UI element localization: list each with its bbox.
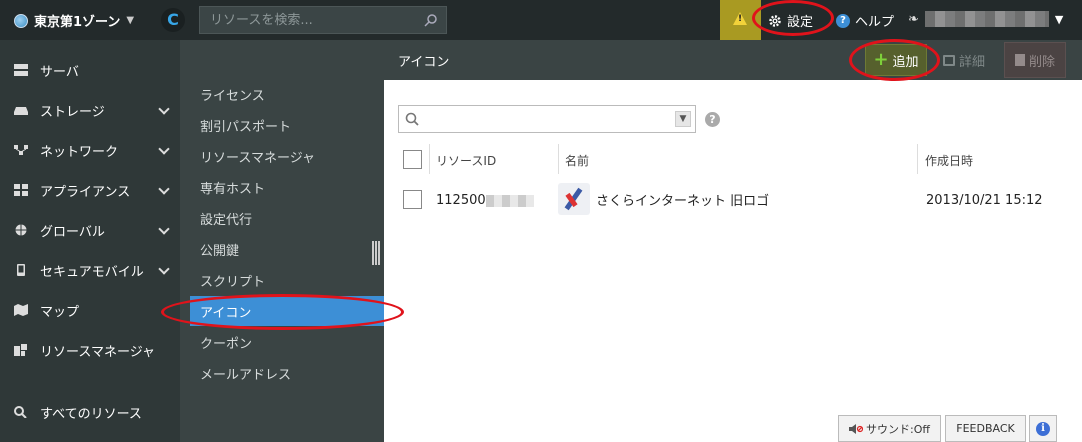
search-input[interactable]	[200, 7, 446, 33]
sidebar-item-all-resources[interactable]: すべてのリソース	[0, 392, 180, 432]
sidebar-item-server[interactable]: サーバ	[0, 50, 180, 90]
feedback-button[interactable]: FEEDBACK	[945, 415, 1026, 442]
name-cell: さくらインターネット 旧ロゴ	[596, 194, 770, 209]
appliance-icon	[14, 184, 28, 196]
content-panel: ▼ ? リソースID 名前 作成日時 112500 さくらインターネット 旧ロゴ…	[384, 80, 1082, 442]
sidebar-item-map[interactable]: マップ	[0, 290, 180, 330]
info-button[interactable]: i	[1029, 415, 1057, 442]
network-icon	[14, 145, 28, 155]
redacted-id-suffix	[485, 194, 534, 207]
warning-button[interactable]: !	[720, 0, 761, 40]
page-title: アイコン	[398, 55, 450, 70]
chevron-down-icon	[158, 223, 170, 235]
column-header-name[interactable]: 名前	[565, 152, 589, 169]
sidebar-item-label: アプライアンス	[40, 184, 131, 200]
question-icon: ?	[836, 13, 850, 28]
sakura-logo-icon	[558, 183, 590, 215]
info-icon: i	[1036, 421, 1050, 436]
secondary-nav: ライセンス 割引パスポート リソースマネージャ 専有ホスト 設定代行 公開鍵 ス…	[180, 40, 384, 442]
chevron-down-icon	[158, 263, 170, 275]
chevron-down-icon	[158, 103, 170, 115]
leaf-icon: ❧	[908, 11, 919, 27]
globe-icon	[15, 224, 27, 236]
subnav-item-dedicated-host[interactable]: 専有ホスト	[190, 172, 384, 202]
mobile-icon	[17, 264, 25, 276]
main-sidebar: サーバ ストレージ ネットワーク アプライアンス グローバル セキュアモバイル …	[0, 40, 180, 442]
resource-manager-icon	[14, 344, 27, 356]
delete-button[interactable]: 削除	[1004, 42, 1066, 78]
help-label: ヘルプ	[855, 15, 895, 30]
sidebar-item-label: ストレージ	[40, 104, 105, 120]
refresh-icon[interactable]: C	[161, 8, 185, 32]
speaker-muted-icon	[849, 423, 864, 434]
settings-label: 設定	[787, 15, 814, 30]
user-menu[interactable]: ❧ ▼	[908, 11, 1063, 27]
resize-handle[interactable]	[372, 241, 380, 265]
map-icon	[14, 304, 28, 316]
zone-label: 東京第1ゾーン	[34, 15, 121, 30]
storage-icon	[14, 107, 28, 115]
resource-search[interactable]	[199, 6, 447, 34]
sidebar-item-resource-manager[interactable]: リソースマネージャ	[0, 330, 180, 370]
server-icon	[14, 64, 28, 76]
gear-icon	[769, 14, 781, 27]
search-icon	[14, 406, 27, 418]
sidebar-item-label: すべてのリソース	[40, 406, 142, 422]
sidebar-item-label: サーバ	[40, 64, 79, 80]
subnav-item-script[interactable]: スクリプト	[190, 265, 384, 295]
search-icon	[424, 14, 437, 27]
caret-down-icon: ▼	[126, 15, 135, 26]
subnav-item-discount-passport[interactable]: 割引パスポート	[190, 110, 384, 140]
help-button[interactable]: ? ヘルプ	[836, 11, 894, 30]
search-icon	[405, 112, 419, 126]
content-header: アイコン + 追加 詳細 削除	[384, 40, 1082, 80]
column-header-resource-id[interactable]: リソースID	[436, 152, 496, 169]
sound-toggle-button[interactable]: サウンド:Off	[838, 415, 941, 442]
caret-down-icon: ▼	[1054, 12, 1064, 26]
subnav-item-license[interactable]: ライセンス	[190, 79, 384, 109]
sidebar-item-label: リソースマネージャ	[40, 344, 156, 360]
subnav-item-resource-manager[interactable]: リソースマネージャ	[190, 141, 384, 171]
subnav-item-icon[interactable]: アイコン	[190, 296, 384, 326]
settings-button[interactable]: 設定	[768, 11, 813, 30]
plus-icon: +	[873, 49, 889, 70]
column-header-created[interactable]: 作成日時	[925, 152, 973, 169]
filter-input[interactable]: ▼	[398, 105, 696, 133]
resource-id-cell: 112500	[436, 193, 534, 208]
subnav-item-coupon[interactable]: クーポン	[190, 327, 384, 357]
zone-selector[interactable]: 東京第1ゾーン ▼	[14, 11, 134, 30]
globe-icon	[14, 13, 28, 28]
sidebar-item-label: セキュアモバイル	[40, 264, 144, 280]
add-button[interactable]: + 追加	[865, 44, 927, 76]
subnav-item-setup-service[interactable]: 設定代行	[190, 203, 384, 233]
book-icon	[942, 54, 955, 66]
chevron-down-icon	[158, 183, 170, 195]
select-all-checkbox[interactable]	[403, 150, 422, 169]
chevron-down-icon	[158, 143, 170, 155]
created-cell: 2013/10/21 15:12	[926, 193, 1043, 208]
sidebar-item-label: ネットワーク	[40, 144, 119, 160]
sidebar-item-label: マップ	[40, 304, 80, 320]
row-checkbox[interactable]	[403, 190, 422, 209]
trash-icon	[1014, 54, 1025, 66]
subnav-item-public-key[interactable]: 公開鍵	[190, 234, 384, 264]
sidebar-item-network[interactable]: ネットワーク	[0, 130, 180, 170]
filter-dropdown-icon[interactable]: ▼	[675, 111, 691, 127]
subnav-item-email-address[interactable]: メールアドレス	[190, 358, 384, 388]
sidebar-item-label: グローバル	[40, 224, 105, 240]
sidebar-item-global[interactable]: グローバル	[0, 210, 180, 250]
top-bar: 東京第1ゾーン ▼ C ! 設定 ? ヘルプ ❧ ▼	[0, 0, 1082, 40]
username-redacted	[924, 11, 1049, 27]
sidebar-item-secure-mobile[interactable]: セキュアモバイル	[0, 250, 180, 290]
detail-button[interactable]: 詳細	[934, 44, 994, 76]
sidebar-item-storage[interactable]: ストレージ	[0, 90, 180, 130]
help-icon[interactable]: ?	[705, 112, 720, 127]
sidebar-item-appliance[interactable]: アプライアンス	[0, 170, 180, 210]
